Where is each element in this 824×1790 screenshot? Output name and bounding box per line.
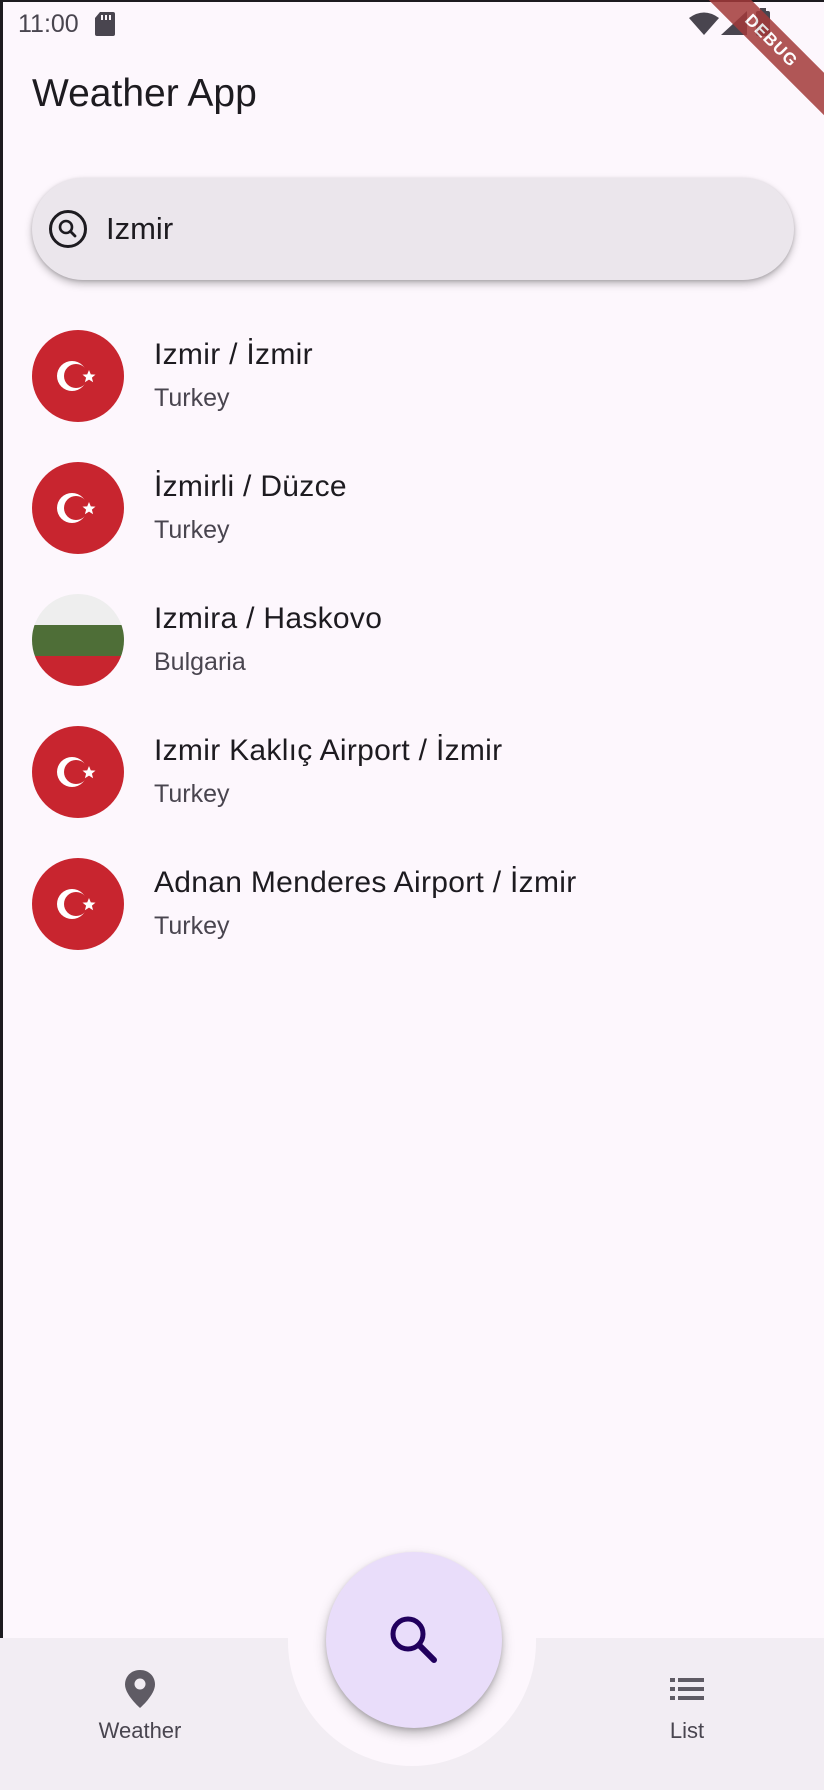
nav-item-list[interactable]: List (622, 1668, 752, 1768)
list-item[interactable]: Izmir Kaklıç Airport / İzmir Turkey (0, 716, 824, 848)
result-title: İzmirli / Düzce (154, 470, 347, 503)
location-pin-icon (125, 1670, 155, 1708)
list-item[interactable]: Izmira / Haskovo Bulgaria (0, 584, 824, 716)
status-bar: 11:00 (0, 0, 824, 50)
bulgaria-flag-icon (32, 594, 124, 686)
search-bar[interactable] (32, 178, 794, 280)
result-country: Bulgaria (154, 648, 246, 676)
nav-item-weather[interactable]: Weather (75, 1668, 205, 1768)
search-input[interactable] (106, 204, 706, 254)
sd-card-icon (95, 12, 115, 36)
search-icon (49, 210, 87, 248)
result-title: Izmir Kaklıç Airport / İzmir (154, 734, 503, 767)
turkey-flag-icon (32, 726, 124, 818)
list-icon (670, 1678, 704, 1700)
list-item[interactable]: İzmirli / Düzce Turkey (0, 452, 824, 584)
status-time: 11:00 (18, 10, 79, 38)
result-country: Turkey (154, 780, 230, 808)
result-country: Turkey (154, 516, 230, 544)
search-fab-button[interactable] (326, 1552, 502, 1728)
turkey-flag-icon (32, 330, 124, 422)
list-item[interactable]: Adnan Menderes Airport / İzmir Turkey (0, 848, 824, 980)
result-title: Izmira / Haskovo (154, 602, 383, 635)
list-item[interactable]: Izmir / İzmir Turkey (0, 320, 824, 452)
page-title: Weather App (32, 72, 257, 115)
result-title: Izmir / İzmir (154, 338, 313, 371)
nav-label-list: List (669, 1718, 705, 1743)
turkey-flag-icon (32, 462, 124, 554)
wifi-icon (689, 12, 719, 35)
result-country: Turkey (154, 912, 230, 940)
result-country: Turkey (154, 384, 230, 412)
search-icon (390, 1616, 437, 1663)
result-title: Adnan Menderes Airport / İzmir (154, 866, 577, 899)
nav-label-weather: Weather (98, 1718, 182, 1743)
turkey-flag-icon (32, 858, 124, 950)
